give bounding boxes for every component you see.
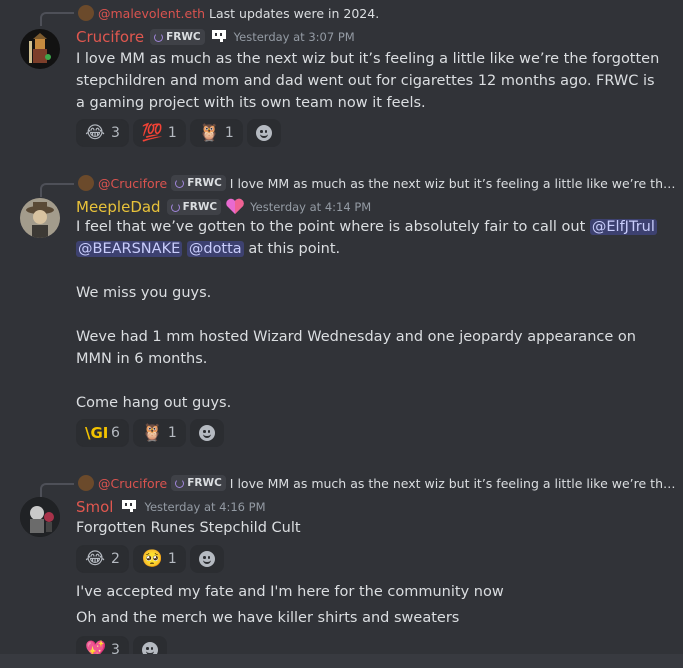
reply-preview[interactable]: @malevolent.eth Last updates were in 202… [78,4,678,22]
reaction-joy[interactable]: 😂 3 [76,119,129,147]
reaction-count: 3 [111,125,120,141]
message-paragraph: Forgotten Runes Stepchild Cult [76,520,301,536]
message-content: I love MM as much as the next wiz but it… [76,48,666,114]
avatar[interactable] [20,29,60,69]
reply-snippet[interactable]: I love MM as much as the next wiz but it… [230,176,678,191]
message-paragraph: Weve had 1 mm hosted Wizard Wednesday an… [76,329,636,367]
reply-snippet[interactable]: Last updates were in 2024. [209,6,379,21]
owl-emoji-icon: 🦉 [198,123,221,143]
reply-preview[interactable]: @Crucifore FRWC I love MM as much as the… [78,174,678,192]
add-reaction-button[interactable] [189,419,224,447]
message-content: Forgotten Runes Stepchild Cult [76,517,666,539]
reaction-count: 2 [111,551,120,567]
reply-snippet[interactable]: I love MM as much as the next wiz but it… [230,476,678,491]
timestamp: Yesterday at 3:07 PM [233,30,355,44]
guild-tag: FRWC [171,175,226,191]
guild-tag[interactable]: FRWC [166,199,222,215]
reaction-count: 1 [167,551,177,567]
gi-emoji-icon: \GI [85,424,109,442]
message-header: MeepleDad FRWC Yesterday at 4:14 PM [76,196,371,218]
message-paragraph: We miss you guys. [76,285,212,301]
add-reaction-button[interactable] [189,545,224,573]
hundred-emoji-icon: 💯 [141,123,164,143]
tag-icon [154,32,164,42]
message-header: Crucifore FRWC Yesterday at 3:07 PM [76,26,355,48]
add-reaction-icon [255,125,272,141]
user-mention[interactable]: @BEARSNAKE [76,241,183,257]
reaction-owl[interactable]: 🦉 1 [132,419,186,447]
followup-message: I've accepted my fate and I'm here for t… [76,581,666,603]
reply-avatar [78,175,94,191]
reply-spine [40,483,74,497]
message-composer[interactable] [0,654,683,668]
reaction-count: 1 [224,125,234,141]
message-header: Smol Yesterday at 4:16 PM [76,496,266,518]
user-mention[interactable]: @dotta [186,241,244,257]
reaction-hundred[interactable]: 💯 1 [132,119,186,147]
avatar[interactable] [20,497,60,537]
message-content: I feel that we’ve gotten to the point wh… [76,216,666,414]
followup-message: Oh and the merch we have killer shirts a… [76,607,666,629]
reaction-bar: 😂 2 🥺 1 [76,545,224,573]
reaction-gi[interactable]: \GI 6 [76,419,129,447]
timestamp: Yesterday at 4:14 PM [250,200,372,214]
message-paragraph: I love MM as much as the next wiz but it… [76,51,660,111]
add-reaction-icon [198,425,215,441]
reply-author[interactable]: @Crucifore [98,476,167,491]
joy-emoji-icon: 😂 [85,123,105,143]
guild-tag[interactable]: FRWC [150,29,205,45]
reaction-owl[interactable]: 🦉 1 [189,119,243,147]
reaction-count: 1 [167,125,177,141]
reply-author[interactable]: @malevolent.eth [98,6,205,21]
message-paragraph: Come hang out guys. [76,395,232,411]
tag-icon [170,202,180,212]
username[interactable]: MeepleDad [76,198,161,216]
tag-icon [175,478,185,488]
ghost-badge-icon [122,500,137,512]
timestamp: Yesterday at 4:16 PM [144,500,266,514]
reaction-pleading[interactable]: 🥺 1 [132,545,186,573]
username[interactable]: Crucifore [76,28,144,46]
reply-avatar [78,5,94,21]
reply-spine [40,12,74,26]
owl-emoji-icon: 🦉 [141,423,164,443]
tag-icon [175,178,185,188]
reaction-count: 6 [111,425,120,441]
message-paragraph: I feel that we’ve gotten to the point wh… [76,219,657,257]
ghost-badge-icon [211,30,226,42]
avatar[interactable] [20,198,60,238]
heart-badge-icon [226,198,244,214]
reaction-bar: 😂 3 💯 1 🦉 1 [76,119,281,147]
reply-preview[interactable]: @Crucifore FRWC I love MM as much as the… [78,474,678,492]
guild-tag: FRWC [171,475,226,491]
username[interactable]: Smol [76,498,113,516]
reaction-bar: \GI 6 🦉 1 [76,419,224,447]
add-reaction-icon [198,551,215,567]
message-paragraph: Oh and the merch we have killer shirts a… [76,610,460,626]
reply-author[interactable]: @Crucifore [98,176,167,191]
user-mention[interactable]: @ElfJTrul [589,219,657,235]
pleading-emoji-icon: 🥺 [141,549,164,569]
reply-spine [40,183,74,197]
reaction-count: 1 [167,425,177,441]
add-reaction-button[interactable] [246,119,281,147]
reply-avatar [78,475,94,491]
reaction-joy[interactable]: 😂 2 [76,545,129,573]
message-paragraph: I've accepted my fate and I'm here for t… [76,584,504,600]
joy-emoji-icon: 😂 [85,549,105,569]
